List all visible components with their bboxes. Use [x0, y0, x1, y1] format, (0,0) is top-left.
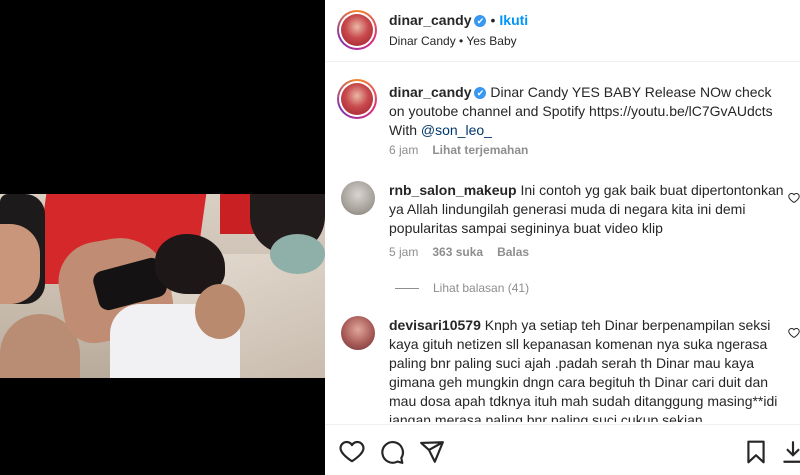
- header-title-row: dinar_candy ✔ • Ikuti: [389, 12, 528, 28]
- follow-button[interactable]: Ikuti: [499, 12, 528, 28]
- comment-1-meta: 5 jam 363 suka Balas: [389, 245, 543, 259]
- comment-likes[interactable]: 363 suka: [432, 245, 483, 259]
- post-media[interactable]: [0, 0, 325, 475]
- video-figure-man-head: [195, 284, 245, 339]
- caption-mention[interactable]: @son_leo_: [421, 122, 492, 138]
- caption-meta: 6 jam Lihat terjemahan: [389, 143, 542, 157]
- comment-time[interactable]: 5 jam: [389, 245, 418, 259]
- replies-line: [395, 288, 419, 290]
- caption-username[interactable]: dinar_candy: [389, 84, 471, 100]
- verified-icon: ✔: [474, 87, 487, 100]
- post-panel: dinar_candy ✔ • Ikuti Dinar Candy • Yes Bab…: [325, 0, 800, 475]
- post-header: dinar_candy ✔ • Ikuti Dinar Candy • Yes Bab…: [325, 0, 800, 62]
- avatar-ring-inner: [339, 81, 375, 117]
- action-bar: [325, 424, 800, 475]
- comment-like-heart-icon[interactable]: [788, 327, 800, 339]
- heart-icon[interactable]: [339, 439, 365, 465]
- bookmark-icon[interactable]: [743, 439, 769, 465]
- header-username[interactable]: dinar_candy: [389, 12, 471, 28]
- view-replies-label: Lihat balasan (41): [433, 281, 530, 295]
- comment-like-heart-icon[interactable]: [788, 192, 800, 204]
- comment-username[interactable]: devisari10579: [389, 317, 481, 333]
- avatar-photo: [341, 14, 373, 46]
- avatar-photo: [341, 83, 373, 115]
- comment-username[interactable]: rnb_salon_makeup: [389, 182, 517, 198]
- share-icon[interactable]: [419, 439, 445, 465]
- separator-dot: •: [490, 12, 496, 28]
- verified-icon: ✔: [474, 15, 487, 28]
- audio-subtitle[interactable]: Dinar Candy • Yes Baby: [389, 34, 517, 48]
- translate-link[interactable]: Lihat terjemahan: [432, 143, 528, 157]
- comment-avatar[interactable]: [341, 181, 375, 215]
- view-replies-link[interactable]: Lihat balasan (41): [395, 281, 529, 295]
- comment-icon[interactable]: [379, 439, 405, 465]
- reply-button[interactable]: Balas: [497, 245, 529, 259]
- comment-avatar[interactable]: [341, 316, 375, 350]
- avatar-ring-inner: [339, 12, 375, 48]
- video-frame[interactable]: [0, 194, 325, 378]
- caption-avatar[interactable]: [337, 79, 377, 119]
- caption-text-block: dinar_candy ✔ Dinar Candy YES BABY Releas…: [389, 83, 789, 140]
- header-avatar[interactable]: [337, 10, 377, 50]
- video-figure-left-skin: [0, 224, 40, 304]
- more-icon[interactable]: [780, 439, 800, 465]
- comment-1: rnb_salon_makeup Ini contoh yg gak baik …: [389, 181, 789, 238]
- caption-time[interactable]: 6 jam: [389, 143, 418, 157]
- video-figure-right-hair: [270, 234, 325, 274]
- comment-2: devisari10579 Knph ya setiap teh Dinar b…: [389, 316, 789, 422]
